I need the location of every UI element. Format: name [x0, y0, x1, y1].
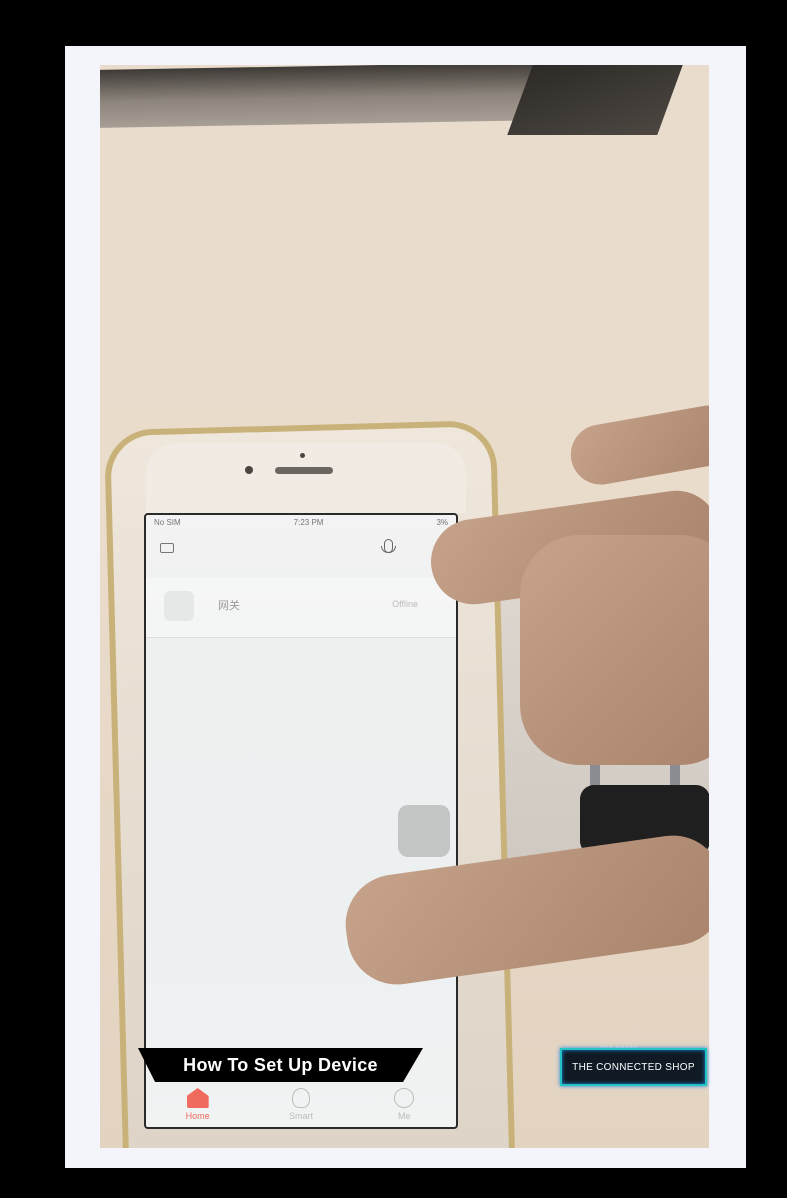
status-time: 7:23 PM: [293, 517, 324, 527]
bulb-icon: [291, 1088, 310, 1108]
video-photo: No SIM 7:23 PM 3% 网关 Offline Home Smart: [100, 65, 709, 1148]
brand-name: THE CONNECTED SHOP: [572, 1061, 695, 1073]
device-thumbnail: [164, 591, 194, 621]
device-status: Offline: [392, 599, 418, 609]
room-list-icon[interactable]: [160, 543, 174, 553]
palm: [520, 535, 709, 765]
app-header: [146, 529, 456, 569]
divider: [146, 637, 456, 638]
front-camera: [245, 466, 253, 474]
floating-button[interactable]: [398, 805, 450, 857]
microphone-icon[interactable]: [381, 539, 396, 553]
tab-home[interactable]: Home: [163, 1088, 233, 1121]
home-icon: [186, 1088, 209, 1108]
brand-logo: THE CONNECTED SHOP: [560, 1048, 707, 1086]
caption-banner: How To Set Up Device: [138, 1048, 423, 1082]
phone-screen: No SIM 7:23 PM 3% 网关 Offline Home Smart: [144, 513, 458, 1129]
shelf-bracket: [507, 65, 683, 135]
device-row[interactable]: 网关 Offline: [146, 577, 456, 637]
phone-top: [146, 443, 466, 513]
tab-me[interactable]: Me: [369, 1088, 439, 1121]
sensor: [300, 453, 305, 458]
status-battery: 3%: [436, 517, 448, 527]
tab-home-label: Home: [185, 1111, 210, 1121]
finger-upper: [566, 400, 709, 490]
profile-icon: [394, 1088, 415, 1108]
status-bar: No SIM 7:23 PM 3%: [146, 515, 456, 529]
device-name: 网关: [218, 600, 240, 612]
caption-text: How To Set Up Device: [183, 1054, 378, 1075]
tab-me-label: Me: [398, 1111, 411, 1121]
earpiece: [275, 467, 333, 474]
status-carrier: No SIM: [154, 517, 181, 527]
tab-smart[interactable]: Smart: [266, 1088, 336, 1121]
tab-smart-label: Smart: [288, 1111, 313, 1121]
